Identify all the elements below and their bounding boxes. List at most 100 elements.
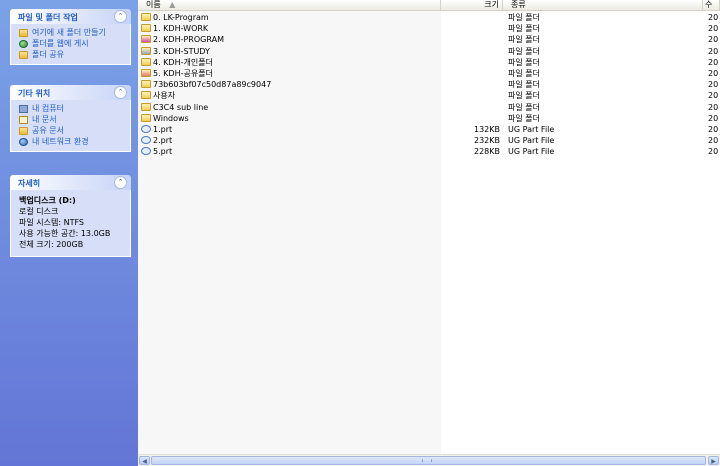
- file-date: 20: [708, 125, 719, 134]
- scroll-thumb[interactable]: [151, 456, 706, 465]
- file-type: 파일 폴더: [508, 102, 540, 112]
- file-type: 파일 폴더: [508, 24, 540, 34]
- free-space: 사용 가능한 공간: 13.0GB: [19, 229, 111, 238]
- publish-folder-link[interactable]: 폴더를 웹에 게시: [19, 38, 130, 49]
- shared-documents-link[interactable]: 공유 문서: [19, 125, 130, 136]
- file-name: 사용자: [153, 91, 176, 101]
- file-row[interactable]: 73b603bf07c50d87a89c9047 파일 폴더 20: [138, 79, 720, 90]
- my-network-link[interactable]: 내 네트워크 환경: [19, 136, 130, 147]
- file-row[interactable]: Windows 파일 폴더 20: [138, 113, 720, 124]
- panel-header[interactable]: 기타 위치 ⌃: [10, 85, 131, 100]
- file-date: 20: [708, 57, 719, 67]
- file-list[interactable]: 이름 ▲ 크기 종류 수 0. LK-Program 파일 폴더 20 1. KDH-…: [138, 0, 720, 466]
- file-type: 파일 폴더: [508, 35, 540, 45]
- file-date: 20: [708, 80, 719, 90]
- shared-documents-icon: [19, 126, 28, 135]
- new-folder-icon: [19, 28, 28, 37]
- task-pane: 파일 및 폴더 작업 ⌃ 여기에 새 폴더 만들기 폴더를 웹에 게시 폴더 공…: [0, 0, 138, 466]
- file-name: 73b603bf07c50d87a89c9047: [153, 80, 272, 90]
- file-row[interactable]: 5.prt 228KB UG Part File 20: [138, 146, 720, 157]
- folder-icon: [141, 46, 151, 55]
- file-row[interactable]: 0. LK-Program 파일 폴더 20: [138, 12, 720, 23]
- collapse-chevron-icon[interactable]: ⌃: [114, 86, 127, 99]
- link-label: 내 네트워크 환경: [32, 137, 89, 146]
- grip-icon: [422, 459, 432, 462]
- panel-body: 여기에 새 폴더 만들기 폴더를 웹에 게시 폴더 공유: [10, 24, 131, 65]
- link-label: 폴더를 웹에 게시: [32, 39, 89, 48]
- file-row[interactable]: 1. KDH-WORK 파일 폴더 20: [138, 23, 720, 34]
- panel-header[interactable]: 파일 및 폴더 작업 ⌃: [10, 9, 131, 24]
- file-date: 20: [708, 46, 719, 56]
- panel-body: 내 컴퓨터 내 문서 공유 문서 내 네트워크 환경: [10, 100, 131, 152]
- file-folder-tasks-panel: 파일 및 폴더 작업 ⌃ 여기에 새 폴더 만들기 폴더를 웹에 게시 폴더 공…: [10, 9, 131, 65]
- file-date: 20: [708, 102, 719, 112]
- prt-file-icon: [141, 147, 151, 156]
- column-header-name[interactable]: 이름 ▲: [138, 0, 441, 11]
- sort-ascending-icon: ▲: [169, 0, 176, 9]
- file-size: 232KB: [473, 136, 500, 146]
- file-type: 파일 폴더: [508, 80, 540, 90]
- file-row[interactable]: 2.prt 232KB UG Part File 20: [138, 135, 720, 146]
- share-folder-icon: [19, 50, 28, 59]
- column-label: 크기: [484, 0, 499, 9]
- drive-type: 로컬 디스크: [19, 207, 59, 216]
- panel-title: 자세히: [18, 179, 41, 188]
- my-documents-link[interactable]: 내 문서: [19, 114, 130, 125]
- column-header-size[interactable]: 크기: [441, 0, 503, 11]
- horizontal-scrollbar[interactable]: ◀ ▶: [138, 454, 720, 466]
- file-system: 파일 시스템: NTFS: [19, 218, 84, 227]
- link-label: 내 문서: [32, 115, 57, 124]
- other-places-panel: 기타 위치 ⌃ 내 컴퓨터 내 문서 공유 문서 내 네트워크 환경: [10, 85, 131, 152]
- collapse-chevron-icon[interactable]: ⌃: [114, 176, 127, 189]
- my-network-icon: [19, 137, 28, 146]
- file-name: 2. KDH-PROGRAM: [153, 35, 224, 45]
- file-type: UG Part File: [508, 125, 555, 134]
- file-date: 20: [708, 69, 719, 78]
- file-name: Windows: [153, 113, 189, 123]
- column-label: 종류: [511, 0, 526, 9]
- file-date: 20: [708, 13, 719, 22]
- collapse-chevron-icon[interactable]: ⌃: [114, 10, 127, 23]
- column-header-type[interactable]: 종류: [503, 0, 703, 11]
- file-date: 20: [708, 35, 719, 45]
- panel-body: 백업디스크 (D:) 로컬 디스크 파일 시스템: NTFS 사용 가능한 공간…: [10, 190, 131, 257]
- file-date: 20: [708, 136, 719, 146]
- file-row[interactable]: 3. KDH-STUDY 파일 폴더 20: [138, 46, 720, 57]
- scroll-right-button[interactable]: ▶: [708, 456, 719, 465]
- column-label: 이름: [146, 0, 161, 9]
- folder-icon: [141, 102, 151, 111]
- link-label: 폴더 공유: [32, 50, 64, 59]
- folder-icon: [141, 91, 151, 100]
- file-row[interactable]: 1.prt 132KB UG Part File 20: [138, 124, 720, 135]
- file-name: C3C4 sub line: [153, 102, 209, 112]
- folder-icon: [141, 113, 151, 122]
- panel-header[interactable]: 자세히 ⌃: [10, 175, 131, 190]
- file-type: 파일 폴더: [508, 69, 540, 78]
- new-folder-link[interactable]: 여기에 새 폴더 만들기: [19, 27, 130, 38]
- panel-title: 파일 및 폴더 작업: [18, 13, 78, 22]
- file-row[interactable]: C3C4 sub line 파일 폴더 20: [138, 102, 720, 113]
- file-name: 5.prt: [153, 147, 173, 157]
- folder-icon: [141, 57, 151, 66]
- file-type: 파일 폴더: [508, 91, 540, 101]
- column-header-date[interactable]: 수: [703, 0, 720, 11]
- file-name: 1.prt: [153, 125, 173, 134]
- file-type: UG Part File: [508, 147, 555, 157]
- web-publish-icon: [19, 39, 28, 48]
- file-row[interactable]: 사용자 파일 폴더 20: [138, 90, 720, 101]
- share-folder-link[interactable]: 폴더 공유: [19, 49, 130, 60]
- file-name: 4. KDH-개인폴더: [153, 57, 213, 67]
- folder-icon: [141, 35, 151, 44]
- file-name: 1. KDH-WORK: [153, 24, 209, 34]
- folder-icon: [141, 69, 151, 77]
- file-row[interactable]: 4. KDH-개인폴더 파일 폴더 20: [138, 57, 720, 68]
- my-documents-icon: [19, 115, 28, 124]
- file-row[interactable]: 2. KDH-PROGRAM 파일 폴더 20: [138, 34, 720, 45]
- file-row[interactable]: 5. KDH-공유폴더 파일 폴더 20: [138, 68, 720, 79]
- drive-name: 백업디스크 (D:): [19, 196, 76, 205]
- file-date: 20: [708, 91, 719, 101]
- file-type: 파일 폴더: [508, 13, 540, 22]
- my-computer-link[interactable]: 내 컴퓨터: [19, 103, 130, 114]
- file-name: 5. KDH-공유폴더: [153, 69, 213, 78]
- scroll-left-button[interactable]: ◀: [139, 456, 150, 465]
